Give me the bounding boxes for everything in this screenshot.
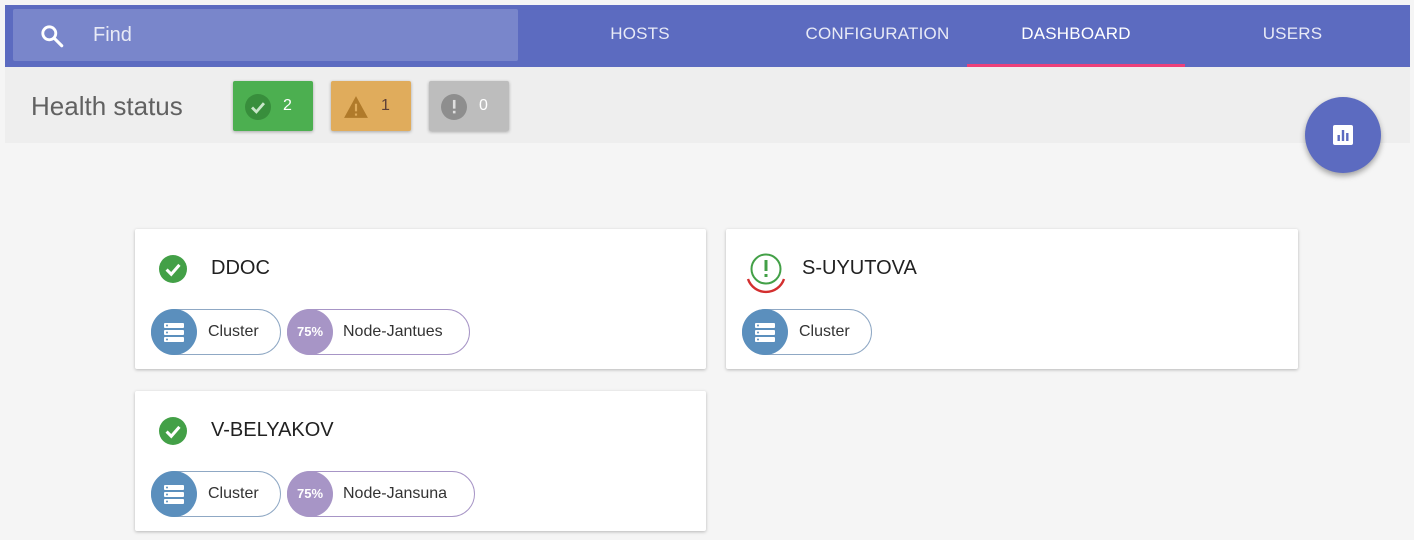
cluster-chip[interactable]: Cluster (151, 471, 281, 517)
health-warning-count: 1 (381, 97, 390, 114)
tab-hosts[interactable]: HOSTS (560, 5, 720, 67)
server-icon (742, 309, 788, 355)
chip-label: Node-Jantues (343, 323, 443, 340)
server-icon (151, 471, 197, 517)
tab-configuration[interactable]: CONFIGURATION (765, 5, 990, 67)
host-card-v-belyakov[interactable]: V-BELYAKOV Cluster 75% Node-Jansuna (135, 391, 706, 531)
chip-label: Cluster (208, 323, 259, 340)
health-ok-badge[interactable]: 2 (233, 81, 313, 131)
chip-label: Node-Jansuna (343, 485, 448, 502)
host-name: DDOC (211, 257, 270, 279)
top-nav-bar: HOSTS CONFIGURATION DASHBOARD USERS (5, 5, 1410, 67)
charts-fab-button[interactable] (1305, 97, 1381, 173)
alert-circle-icon (746, 253, 786, 294)
tab-users[interactable]: USERS (1205, 5, 1380, 67)
tab-dashboard[interactable]: DASHBOARD (967, 5, 1185, 67)
chip-label: Cluster (208, 485, 259, 502)
node-chip[interactable]: 75% Node-Jantues (287, 309, 470, 355)
node-percent-avatar: 75% (287, 471, 333, 517)
health-status-bar: Health status 2 1 0 (5, 67, 1410, 143)
app-frame: HOSTS CONFIGURATION DASHBOARD USERS Heal… (5, 5, 1410, 540)
search-icon (41, 25, 64, 48)
search-box[interactable] (13, 9, 518, 61)
chip-label: Cluster (799, 323, 850, 340)
search-input[interactable] (93, 9, 503, 61)
warning-triangle-icon (344, 96, 368, 118)
host-card-s-uyutova[interactable]: S-UYUTOVA Cluster (726, 229, 1298, 369)
check-circle-icon (159, 417, 187, 445)
health-unknown-count: 0 (479, 97, 488, 114)
bar-chart-icon (1333, 125, 1353, 145)
health-unknown-badge[interactable]: 0 (429, 81, 509, 131)
host-card-ddoc[interactable]: DDOC Cluster 75% Node-Jantues (135, 229, 706, 369)
cluster-chip[interactable]: Cluster (742, 309, 872, 355)
server-icon (151, 309, 197, 355)
info-circle-icon (441, 94, 467, 120)
host-name: S-UYUTOVA (802, 257, 917, 279)
check-circle-icon (245, 94, 271, 120)
health-status-title: Health status (31, 91, 183, 121)
check-circle-icon (159, 255, 187, 283)
health-ok-count: 2 (283, 97, 292, 114)
node-percent-avatar: 75% (287, 309, 333, 355)
node-chip[interactable]: 75% Node-Jansuna (287, 471, 475, 517)
cluster-chip[interactable]: Cluster (151, 309, 281, 355)
host-name: V-BELYAKOV (211, 419, 334, 441)
health-warning-badge[interactable]: 1 (331, 81, 411, 131)
